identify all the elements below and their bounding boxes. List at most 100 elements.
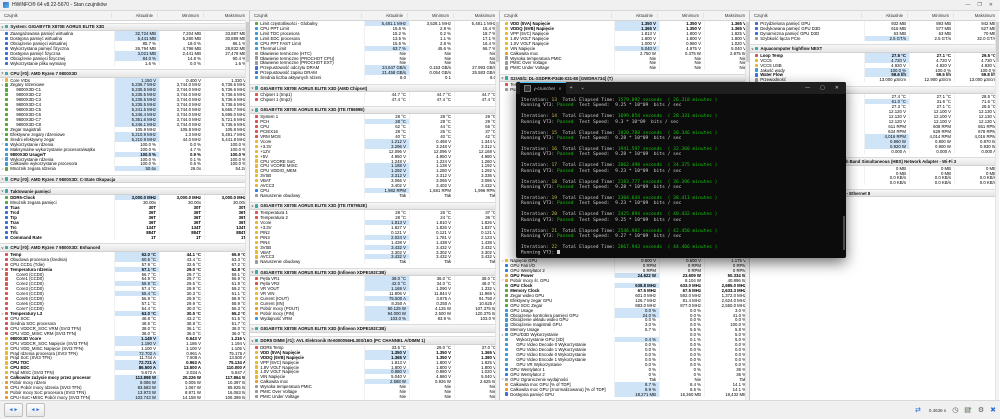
column-header-min[interactable]: Minimum [657, 13, 703, 18]
value-max: 1T [204, 235, 249, 240]
temperature-icon [255, 277, 258, 280]
sensor-row[interactable]: Szybkość łącza PCIe2.5 GT/s2.5 GT/s32.0 … [750, 36, 999, 41]
section-header[interactable]: vGIGABYTE X870E AORUS ELITE X3D (ITE IT8… [250, 106, 499, 115]
column-header-current[interactable]: Aktualnie [861, 13, 907, 18]
section-header[interactable]: vGIGABYTE X870E AORUS ELITE X3D (ITE IT8… [250, 202, 499, 211]
info-icon [755, 37, 758, 40]
clock-icon [505, 299, 508, 302]
value-min: 15,360 MB [659, 392, 704, 397]
column-header-max[interactable]: Maksimum [703, 13, 749, 18]
voltage-icon [255, 174, 258, 177]
usage-icon [5, 143, 8, 146]
column-header-min[interactable]: Minimum [407, 13, 453, 18]
settings-gear-icon[interactable]: ⚙ [978, 406, 984, 414]
memory-icon [755, 32, 758, 35]
section-header[interactable]: >CPU [#0]: AMD Ryzen 7 9800X3D: C-State … [0, 175, 249, 184]
sensor-row[interactable]: Naruszenie obudowyTakTakTak [250, 259, 499, 264]
temperature-icon [5, 307, 8, 310]
clock-icon[interactable]: ◷ [952, 406, 958, 414]
temperature-icon [5, 287, 8, 290]
sensor-row[interactable]: >Mnożnik zegara rdzenia50.6x26.0x54.2x [0, 166, 249, 171]
column-header-min[interactable]: Minimum [907, 13, 953, 18]
voltage-icon [255, 184, 258, 187]
section-header[interactable]: vGIGABYTE X870E AORUS ELITE X3D (AMD Chi… [250, 84, 499, 93]
section-header[interactable]: vCPU [#0]: AMD Ryzen 7 9800X3D [0, 69, 249, 78]
terminal-close-button[interactable]: ✕ [835, 85, 839, 91]
usage-icon [255, 42, 258, 45]
column-header-max[interactable]: Maksimum [953, 13, 999, 18]
value-max: 1.6 % [204, 61, 249, 66]
close-sensors-icon[interactable]: ✖ [990, 406, 996, 414]
section-header[interactable]: vTaktowanie pamięci [0, 187, 249, 196]
usage-icon [255, 47, 258, 50]
column-header-current[interactable]: Aktualnie [361, 13, 407, 18]
voltage-icon [255, 164, 258, 167]
sensor-row[interactable]: Średnia liczba aktywnych rdzeni8.00.18.0 [250, 75, 499, 80]
value-current: Nie [364, 394, 409, 399]
usage-icon [5, 157, 8, 160]
sensor-label: Szybkość łącza PCIe [760, 36, 864, 41]
column-scrollbar[interactable] [245, 20, 249, 401]
voltage-icon [755, 59, 758, 62]
terminal-output[interactable]: Iteration: 13 Total Elapsed Time: 1579.0… [516, 94, 846, 258]
value-min: 47.4 °C [409, 97, 454, 102]
close-button[interactable]: ✕ [989, 2, 993, 8]
column-header-current[interactable]: Aktualnie [111, 13, 157, 18]
column-header-sensor[interactable]: Czujnik [750, 13, 861, 18]
column-header-sensor[interactable]: Czujnik [250, 13, 361, 18]
column-header-sensor[interactable]: Czujnik [500, 13, 611, 18]
sensor-row[interactable]: Wykorzystanie pliku wymiany1.6 %0.0 %1.6… [0, 61, 249, 66]
column-header-max[interactable]: Maksimum [453, 13, 499, 18]
memory-icon [755, 22, 758, 25]
usage-icon [505, 338, 508, 341]
column-header-current[interactable]: Aktualnie [611, 13, 657, 18]
terminal-window[interactable]: y-cruncher ✕ + ⌄ — ▢ ✕ Iteration: 13 Tot… [516, 82, 846, 258]
tab-dropdown-icon[interactable]: ⌄ [576, 82, 588, 94]
expand-columns-button[interactable]: ◄► [26, 403, 45, 417]
memory-icon [5, 231, 8, 234]
collapse-columns-button[interactable]: ◄► [4, 403, 23, 417]
section-header[interactable]: vAquacomputer highflow NEXT [750, 44, 999, 53]
section-header[interactable]: vGIGABYTE X870E AORUS ELITE X3D (Infineo… [250, 268, 499, 277]
fan-icon [505, 264, 508, 267]
power-icon [5, 386, 8, 389]
voltage-icon [505, 27, 508, 30]
terminal-tab[interactable]: y-cruncher ✕ [520, 82, 566, 94]
voltage-icon [5, 78, 8, 81]
sensor-row[interactable]: PMIC Under VoltageNieNieNie [500, 65, 749, 70]
section-header[interactable]: >GIGABYTE X870E AORUS ELITE X3D (Infineo… [250, 324, 499, 333]
column-header-max[interactable]: Maksimum [203, 13, 249, 18]
temperature-icon [255, 282, 258, 285]
sensor-row[interactable]: Command Rate1T1T1T [0, 235, 249, 240]
column-scrollbar[interactable] [995, 20, 999, 401]
sensor-row[interactable]: Dostępna pamięć GPU18,271 MB15,360 MB18,… [500, 392, 749, 397]
section-header[interactable]: vDDR5 DIMM [#1]: AVL Elektronik IN-60000… [250, 336, 499, 345]
sensor-row[interactable]: Naruszenie obudowyTakTakTak [250, 193, 499, 198]
sensor-row[interactable]: Wydajność VRM103.0 %83.9 %103.0 % [250, 316, 499, 321]
share-icon[interactable]: ⇄ [915, 406, 921, 414]
terminal-minimize-button[interactable]: — [805, 85, 810, 91]
report-icon[interactable]: ▤+ [964, 406, 972, 414]
terminal-maximize-button[interactable]: ▢ [820, 85, 825, 91]
value-min: 0.000 A [909, 149, 954, 154]
sensor-table: CzujnikAktualnieMinimumMaksimumvSystem: … [0, 11, 1000, 401]
tab-close-icon[interactable]: ✕ [558, 86, 561, 91]
info-icon [505, 61, 508, 64]
column-header-min[interactable]: Minimum [157, 13, 203, 18]
sensor-row[interactable]: PMIC Under VoltageNieNieNie [250, 394, 499, 399]
column-header-sensor[interactable]: Czujnik [0, 13, 111, 18]
temperature-icon [5, 332, 8, 335]
maximize-button[interactable]: ❐ [977, 2, 981, 8]
minimize-button[interactable]: — [965, 2, 970, 8]
terminal-scrollbar[interactable] [843, 216, 845, 250]
section-header[interactable]: vCPU [#0]: AMD Ryzen 7 9800X3D: Enhanced [0, 243, 249, 252]
new-tab-button[interactable]: + [566, 82, 577, 94]
voltage-icon [755, 64, 758, 67]
hwinfo-window: HWiNFO® 64 v8.22-5670 - Stan czujników —… [0, 0, 1000, 419]
fan-icon [505, 373, 508, 376]
sensor-row[interactable]: Chipset 1 (tmp2)47.4 °C47.4 °C47.4 °C [250, 97, 499, 102]
value-current: 18,271 MB [614, 392, 659, 397]
section-header[interactable]: vSystem: GIGABYTE X870E AORUS ELITE X3D [0, 23, 249, 32]
clock-icon [5, 93, 8, 96]
column-scrollbar[interactable] [495, 20, 499, 401]
